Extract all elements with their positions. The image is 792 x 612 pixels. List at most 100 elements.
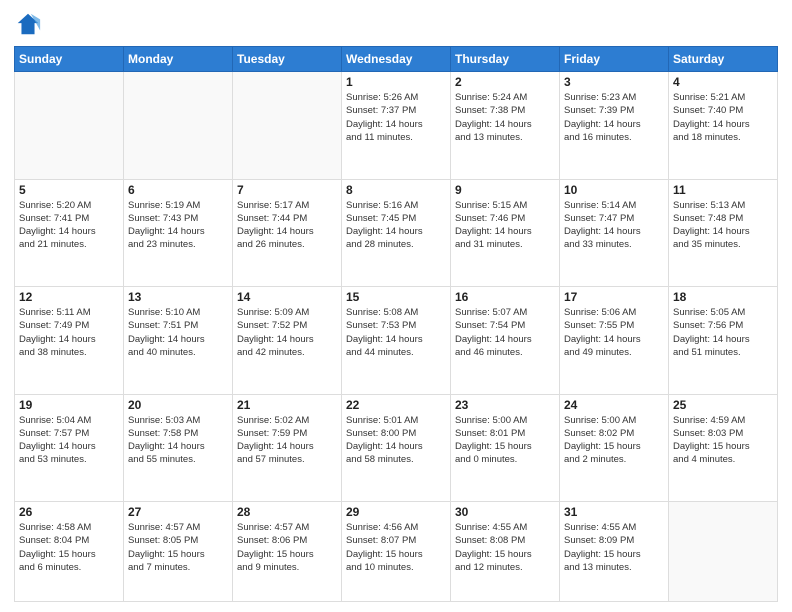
calendar-cell: 10 Sunrise: 5:14 AM Sunset: 7:47 PM Dayli… [560,179,669,287]
day-info: Sunrise: 5:24 AM Sunset: 7:38 PM Dayligh… [455,91,555,144]
week-row-4: 26 Sunrise: 4:58 AM Sunset: 8:04 PM Dayli… [15,502,778,602]
day-number: 11 [673,183,773,197]
day-info: Sunrise: 4:59 AM Sunset: 8:03 PM Dayligh… [673,414,773,467]
day-number: 18 [673,290,773,304]
calendar-table: SundayMondayTuesdayWednesdayThursdayFrid… [14,46,778,602]
day-info: Sunrise: 5:07 AM Sunset: 7:54 PM Dayligh… [455,306,555,359]
day-number: 23 [455,398,555,412]
calendar-cell: 6 Sunrise: 5:19 AM Sunset: 7:43 PM Daylig… [124,179,233,287]
calendar-cell: 14 Sunrise: 5:09 AM Sunset: 7:52 PM Dayli… [233,287,342,395]
calendar-cell: 11 Sunrise: 5:13 AM Sunset: 7:48 PM Dayli… [669,179,778,287]
day-info: Sunrise: 5:16 AM Sunset: 7:45 PM Dayligh… [346,199,446,252]
day-info: Sunrise: 4:55 AM Sunset: 8:09 PM Dayligh… [564,521,664,574]
header [14,10,778,38]
day-number: 1 [346,75,446,89]
day-info: Sunrise: 4:58 AM Sunset: 8:04 PM Dayligh… [19,521,119,574]
calendar-cell [669,502,778,602]
calendar-cell: 21Sunrise: 5:02 AM Sunset: 7:59 PM Dayli… [233,394,342,502]
day-info: Sunrise: 5:08 AM Sunset: 7:53 PM Dayligh… [346,306,446,359]
day-info: Sunrise: 5:21 AM Sunset: 7:40 PM Dayligh… [673,91,773,144]
calendar-cell: 29 Sunrise: 4:56 AM Sunset: 8:07 PM Dayli… [342,502,451,602]
day-info: Sunrise: 5:26 AM Sunset: 7:37 PM Dayligh… [346,91,446,144]
weekday-header-wednesday: Wednesday [342,47,451,72]
day-info: Sunrise: 4:57 AM Sunset: 8:06 PM Dayligh… [237,521,337,574]
day-info: Sunrise: 5:13 AM Sunset: 7:48 PM Dayligh… [673,199,773,252]
calendar-cell [124,72,233,180]
day-number: 13 [128,290,228,304]
day-info: Sunrise: 5:00 AM Sunset: 8:01 PM Dayligh… [455,414,555,467]
weekday-header-saturday: Saturday [669,47,778,72]
calendar-cell: 28Sunrise: 4:57 AM Sunset: 8:06 PM Dayli… [233,502,342,602]
calendar-cell: 23 Sunrise: 5:00 AM Sunset: 8:01 PM Dayli… [451,394,560,502]
day-number: 26 [19,505,119,519]
week-row-0: 1 Sunrise: 5:26 AM Sunset: 7:37 PM Daylig… [15,72,778,180]
calendar-cell: 26 Sunrise: 4:58 AM Sunset: 8:04 PM Dayli… [15,502,124,602]
day-number: 29 [346,505,446,519]
day-number: 10 [564,183,664,197]
calendar-cell: 3 Sunrise: 5:23 AM Sunset: 7:39 PM Daylig… [560,72,669,180]
day-info: Sunrise: 5:20 AM Sunset: 7:41 PM Dayligh… [19,199,119,252]
calendar-cell: 31 Sunrise: 4:55 AM Sunset: 8:09 PM Dayli… [560,502,669,602]
day-info: Sunrise: 5:00 AM Sunset: 8:02 PM Dayligh… [564,414,664,467]
day-number: 14 [237,290,337,304]
day-number: 6 [128,183,228,197]
weekday-header-row: SundayMondayTuesdayWednesdayThursdayFrid… [15,47,778,72]
day-number: 27 [128,505,228,519]
day-number: 8 [346,183,446,197]
day-number: 3 [564,75,664,89]
day-number: 15 [346,290,446,304]
day-number: 12 [19,290,119,304]
weekday-header-tuesday: Tuesday [233,47,342,72]
calendar-cell: 22 Sunrise: 5:01 AM Sunset: 8:00 PM Dayli… [342,394,451,502]
day-info: Sunrise: 5:19 AM Sunset: 7:43 PM Dayligh… [128,199,228,252]
week-row-1: 5 Sunrise: 5:20 AM Sunset: 7:41 PM Daylig… [15,179,778,287]
day-info: Sunrise: 5:17 AM Sunset: 7:44 PM Dayligh… [237,199,337,252]
day-number: 25 [673,398,773,412]
calendar-cell: 7 Sunrise: 5:17 AM Sunset: 7:44 PM Daylig… [233,179,342,287]
day-info: Sunrise: 4:57 AM Sunset: 8:05 PM Dayligh… [128,521,228,574]
calendar-cell: 12 Sunrise: 5:11 AM Sunset: 7:49 PM Dayli… [15,287,124,395]
day-info: Sunrise: 5:05 AM Sunset: 7:56 PM Dayligh… [673,306,773,359]
day-info: Sunrise: 5:04 AM Sunset: 7:57 PM Dayligh… [19,414,119,467]
day-number: 7 [237,183,337,197]
day-number: 22 [346,398,446,412]
weekday-header-sunday: Sunday [15,47,124,72]
day-number: 19 [19,398,119,412]
logo-icon [14,10,42,38]
calendar-cell: 2 Sunrise: 5:24 AM Sunset: 7:38 PM Daylig… [451,72,560,180]
day-number: 5 [19,183,119,197]
day-info: Sunrise: 5:15 AM Sunset: 7:46 PM Dayligh… [455,199,555,252]
day-info: Sunrise: 5:06 AM Sunset: 7:55 PM Dayligh… [564,306,664,359]
calendar-container: SundayMondayTuesdayWednesdayThursdayFrid… [0,0,792,612]
calendar-cell: 30 Sunrise: 4:55 AM Sunset: 8:08 PM Dayli… [451,502,560,602]
week-row-3: 19 Sunrise: 5:04 AM Sunset: 7:57 PM Dayli… [15,394,778,502]
day-info: Sunrise: 4:56 AM Sunset: 8:07 PM Dayligh… [346,521,446,574]
day-number: 2 [455,75,555,89]
calendar-cell: 16Sunrise: 5:07 AM Sunset: 7:54 PM Dayli… [451,287,560,395]
day-number: 4 [673,75,773,89]
calendar-cell: 15 Sunrise: 5:08 AM Sunset: 7:53 PM Dayli… [342,287,451,395]
calendar-cell: 8 Sunrise: 5:16 AM Sunset: 7:45 PM Daylig… [342,179,451,287]
weekday-header-thursday: Thursday [451,47,560,72]
day-info: Sunrise: 5:01 AM Sunset: 8:00 PM Dayligh… [346,414,446,467]
day-number: 20 [128,398,228,412]
day-number: 30 [455,505,555,519]
calendar-cell: 13Sunrise: 5:10 AM Sunset: 7:51 PM Dayli… [124,287,233,395]
calendar-cell: 9Sunrise: 5:15 AM Sunset: 7:46 PM Daylig… [451,179,560,287]
day-info: Sunrise: 4:55 AM Sunset: 8:08 PM Dayligh… [455,521,555,574]
weekday-header-monday: Monday [124,47,233,72]
calendar-cell: 5 Sunrise: 5:20 AM Sunset: 7:41 PM Daylig… [15,179,124,287]
calendar-cell: 1 Sunrise: 5:26 AM Sunset: 7:37 PM Daylig… [342,72,451,180]
calendar-cell: 19 Sunrise: 5:04 AM Sunset: 7:57 PM Dayli… [15,394,124,502]
day-info: Sunrise: 5:11 AM Sunset: 7:49 PM Dayligh… [19,306,119,359]
day-info: Sunrise: 5:09 AM Sunset: 7:52 PM Dayligh… [237,306,337,359]
day-number: 31 [564,505,664,519]
day-info: Sunrise: 5:23 AM Sunset: 7:39 PM Dayligh… [564,91,664,144]
calendar-cell: 17Sunrise: 5:06 AM Sunset: 7:55 PM Dayli… [560,287,669,395]
calendar-cell: 27 Sunrise: 4:57 AM Sunset: 8:05 PM Dayli… [124,502,233,602]
day-info: Sunrise: 5:02 AM Sunset: 7:59 PM Dayligh… [237,414,337,467]
calendar-cell: 4 Sunrise: 5:21 AM Sunset: 7:40 PM Daylig… [669,72,778,180]
day-info: Sunrise: 5:14 AM Sunset: 7:47 PM Dayligh… [564,199,664,252]
weekday-header-friday: Friday [560,47,669,72]
calendar-cell: 20Sunrise: 5:03 AM Sunset: 7:58 PM Dayli… [124,394,233,502]
